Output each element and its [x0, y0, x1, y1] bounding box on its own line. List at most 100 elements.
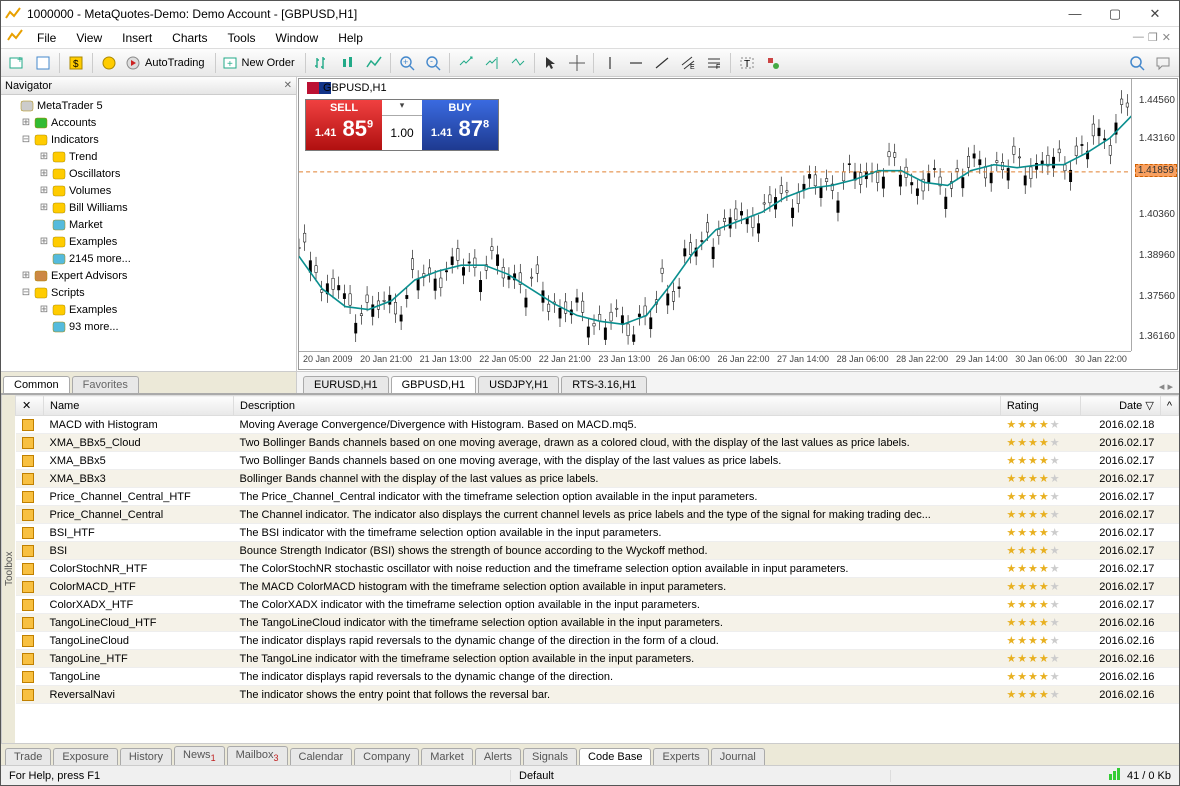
close-column[interactable]: ✕ — [16, 396, 44, 416]
line-chart-button[interactable] — [362, 52, 386, 74]
minimize-button[interactable]: — — [1055, 2, 1095, 26]
tree-twisty[interactable]: ⊞ — [37, 304, 51, 315]
tree-root[interactable]: MetaTrader 5 — [1, 97, 296, 114]
volume-stepper[interactable]: ▾ 1.00 — [382, 100, 422, 150]
col-name[interactable]: Name — [44, 396, 234, 416]
tree-item[interactable]: ⊟Scripts — [1, 284, 296, 301]
table-row[interactable]: XMA_BBx5Two Bollinger Bands channels bas… — [16, 452, 1179, 470]
table-row[interactable]: XMA_BBx3Bollinger Bands channel with the… — [16, 470, 1179, 488]
toolbox-tab-news[interactable]: News1 — [174, 746, 225, 765]
profiles-button[interactable] — [31, 52, 55, 74]
toolbox-tab-signals[interactable]: Signals — [523, 748, 577, 765]
search-button[interactable] — [1125, 52, 1149, 74]
table-row[interactable]: ReversalNaviThe indicator shows the entr… — [16, 686, 1179, 704]
mdi-restore-button[interactable]: ❐ — [1148, 31, 1158, 44]
toolbox-tab-code-base[interactable]: Code Base — [579, 748, 651, 765]
data-window-button[interactable] — [97, 52, 121, 74]
tree-item[interactable]: 93 more... — [1, 318, 296, 335]
table-row[interactable]: TangoLine_HTFThe TangoLine indicator wit… — [16, 650, 1179, 668]
toolbox-tab-company[interactable]: Company — [354, 748, 419, 765]
table-row[interactable]: ColorStochNR_HTFThe ColorStochNR stochas… — [16, 560, 1179, 578]
chart-shift-button[interactable] — [480, 52, 504, 74]
tree-twisty[interactable]: ⊞ — [19, 270, 33, 281]
vertical-line-button[interactable] — [598, 52, 622, 74]
toolbox-tab-exposure[interactable]: Exposure — [53, 748, 117, 765]
toolbox-tab-trade[interactable]: Trade — [5, 748, 51, 765]
navigator-close-button[interactable]: ✕ — [284, 80, 292, 91]
tree-twisty[interactable]: ⊞ — [19, 117, 33, 128]
tree-item[interactable]: Market — [1, 216, 296, 233]
tree-twisty[interactable]: ⊞ — [37, 202, 51, 213]
mdi-close-button[interactable]: ✕ — [1162, 31, 1171, 44]
market-watch-button[interactable]: $ — [64, 52, 88, 74]
mdi-minimize-button[interactable]: — — [1133, 31, 1144, 44]
sell-button[interactable]: SELL 1.41 859 — [306, 100, 382, 150]
zoom-in-button[interactable]: + — [395, 52, 419, 74]
toolbox-tab-calendar[interactable]: Calendar — [290, 748, 353, 765]
table-row[interactable]: BSI_HTFThe BSI indicator with the timefr… — [16, 524, 1179, 542]
tree-twisty[interactable]: ⊞ — [37, 168, 51, 179]
close-button[interactable]: ✕ — [1135, 2, 1175, 26]
cursor-button[interactable] — [539, 52, 563, 74]
navigator-tab-favorites[interactable]: Favorites — [72, 376, 139, 393]
objects-button[interactable] — [761, 52, 785, 74]
toolbox-tab-journal[interactable]: Journal — [711, 748, 765, 765]
chart-tab[interactable]: USDJPY,H1 — [478, 376, 559, 393]
menu-view[interactable]: View — [66, 29, 112, 47]
toolbox-tab-alerts[interactable]: Alerts — [475, 748, 521, 765]
chart-tab[interactable]: EURUSD,H1 — [303, 376, 389, 393]
crosshair-button[interactable] — [565, 52, 589, 74]
menu-window[interactable]: Window — [266, 29, 329, 47]
chart-tab[interactable]: RTS-3.16,H1 — [561, 376, 647, 393]
table-row[interactable]: XMA_BBx5_CloudTwo Bollinger Bands channe… — [16, 434, 1179, 452]
table-row[interactable]: TangoLineCloud_HTFThe TangoLineCloud ind… — [16, 614, 1179, 632]
tree-item[interactable]: 2145 more... — [1, 250, 296, 267]
autotrading-button[interactable]: AutoTrading — [123, 52, 211, 74]
table-row[interactable]: Price_Channel_CentralThe Channel indicat… — [16, 506, 1179, 524]
chart-tab-scroller[interactable]: ◂ ▸ — [1153, 380, 1179, 393]
menu-insert[interactable]: Insert — [112, 29, 162, 47]
menu-tools[interactable]: Tools — [218, 29, 266, 47]
tree-twisty[interactable]: ⊟ — [19, 287, 33, 298]
menu-file[interactable]: File — [27, 29, 66, 47]
menu-help[interactable]: Help — [328, 29, 373, 47]
codebase-grid[interactable]: ✕ Name Description Rating Date ▽ ^ MACD … — [15, 395, 1179, 743]
auto-scroll-button[interactable] — [454, 52, 478, 74]
tree-item[interactable]: ⊟Indicators — [1, 131, 296, 148]
navigator-tab-common[interactable]: Common — [3, 376, 70, 393]
volume-dropdown-icon[interactable]: ▾ — [382, 100, 422, 116]
new-order-button[interactable]: + New Order — [220, 52, 301, 74]
text-label-button[interactable]: T — [735, 52, 759, 74]
menu-charts[interactable]: Charts — [162, 29, 217, 47]
table-row[interactable]: ColorXADX_HTFThe ColorXADX indicator wit… — [16, 596, 1179, 614]
tree-item[interactable]: ⊞Expert Advisors — [1, 267, 296, 284]
toolbox-tab-history[interactable]: History — [120, 748, 172, 765]
new-chart-button[interactable]: + — [5, 52, 29, 74]
fibonacci-button[interactable]: F — [702, 52, 726, 74]
zoom-out-button[interactable]: - — [421, 52, 445, 74]
navigator-tree[interactable]: MetaTrader 5⊞Accounts⊟Indicators⊞Trend⊞O… — [1, 95, 296, 371]
tree-twisty[interactable]: ⊞ — [37, 185, 51, 196]
tree-item[interactable]: ⊞Examples — [1, 233, 296, 250]
maximize-button[interactable]: ▢ — [1095, 2, 1135, 26]
col-date[interactable]: Date ▽ — [1080, 396, 1160, 416]
table-row[interactable]: TangoLineThe indicator displays rapid re… — [16, 668, 1179, 686]
toolbox-tab-experts[interactable]: Experts — [653, 748, 708, 765]
table-row[interactable]: BSIBounce Strength Indicator (BSI) shows… — [16, 542, 1179, 560]
buy-button[interactable]: BUY 1.41 878 — [422, 100, 498, 150]
tree-item[interactable]: ⊞Oscillators — [1, 165, 296, 182]
bar-chart-button[interactable] — [310, 52, 334, 74]
table-row[interactable]: TangoLineCloudThe indicator displays rap… — [16, 632, 1179, 650]
col-rating[interactable]: Rating — [1000, 396, 1080, 416]
tree-item[interactable]: ⊞Bill Williams — [1, 199, 296, 216]
equidistant-channel-button[interactable]: E — [676, 52, 700, 74]
col-description[interactable]: Description — [234, 396, 1001, 416]
tree-item[interactable]: ⊞Accounts — [1, 114, 296, 131]
chat-button[interactable] — [1151, 52, 1175, 74]
table-row[interactable]: ColorMACD_HTFThe MACD ColorMACD histogra… — [16, 578, 1179, 596]
chart-tab[interactable]: GBPUSD,H1 — [391, 376, 477, 393]
chart[interactable]: GBPUSD,H1 SELL 1.41 859 ▾ 1.00 BUY 1.41 … — [298, 78, 1178, 370]
tree-twisty[interactable]: ⊞ — [37, 236, 51, 247]
table-row[interactable]: MACD with HistogramMoving Average Conver… — [16, 416, 1179, 434]
tree-twisty[interactable]: ⊟ — [19, 134, 33, 145]
